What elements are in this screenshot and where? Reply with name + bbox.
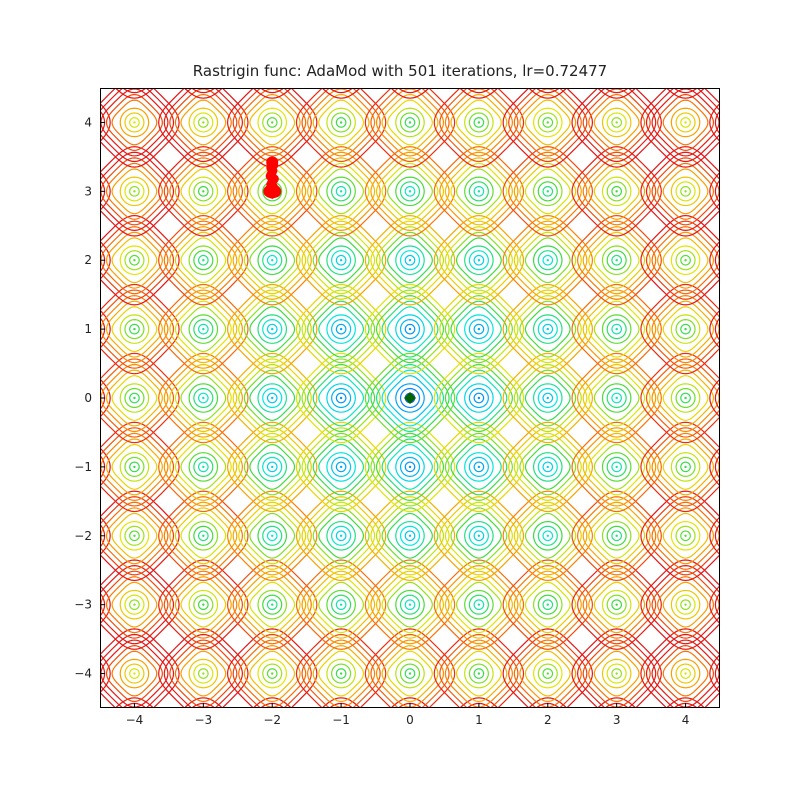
svg-text:−2: −2 <box>263 713 281 727</box>
svg-text:−2: −2 <box>74 529 92 543</box>
axes: −4−3−2−101234 −4−3−2−101234 <box>100 88 720 708</box>
svg-text:1: 1 <box>84 322 92 336</box>
svg-text:−4: −4 <box>126 713 144 727</box>
svg-text:−4: −4 <box>74 667 92 681</box>
svg-text:−1: −1 <box>332 713 350 727</box>
contour-plot: −4−3−2−101234 −4−3−2−101234 <box>100 88 720 708</box>
svg-text:−3: −3 <box>74 598 92 612</box>
svg-text:0: 0 <box>84 391 92 405</box>
svg-text:3: 3 <box>613 713 621 727</box>
svg-text:4: 4 <box>682 713 690 727</box>
svg-text:2: 2 <box>544 713 552 727</box>
svg-text:−3: −3 <box>194 713 212 727</box>
figure: Rastrigin func: AdaMod with 501 iteratio… <box>0 0 800 800</box>
svg-text:−1: −1 <box>74 460 92 474</box>
svg-text:0: 0 <box>406 713 414 727</box>
chart-title: Rastrigin func: AdaMod with 501 iteratio… <box>0 62 800 80</box>
svg-text:1: 1 <box>475 713 483 727</box>
svg-text:4: 4 <box>84 115 92 129</box>
svg-text:3: 3 <box>84 184 92 198</box>
svg-text:2: 2 <box>84 253 92 267</box>
